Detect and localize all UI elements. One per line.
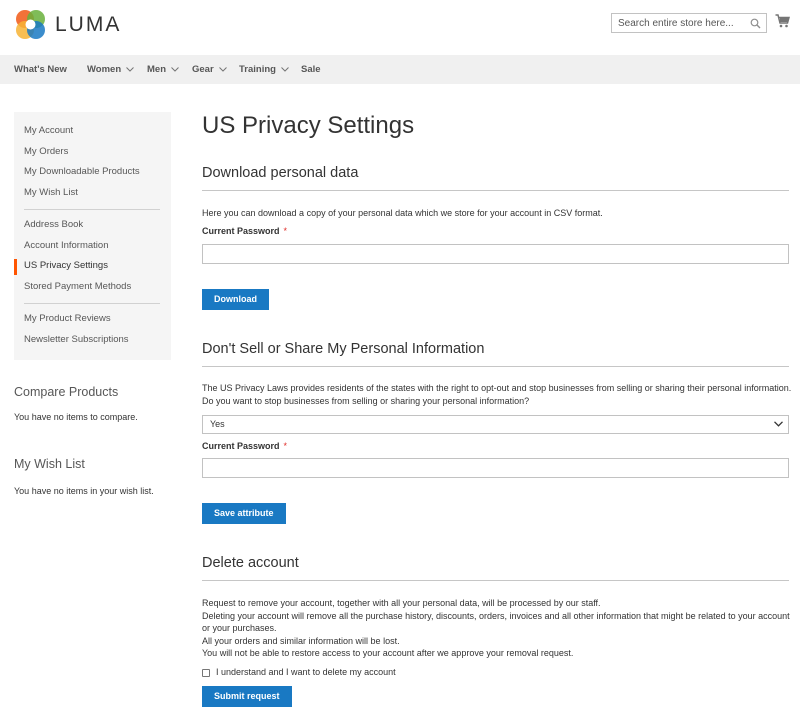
download-section-title: Download personal data <box>202 165 359 181</box>
sidebar-item-account-information[interactable]: Account Information <box>24 240 109 251</box>
section-divider <box>202 190 789 191</box>
delete-confirm-checkbox[interactable] <box>202 669 210 677</box>
luma-logo-icon <box>16 10 45 39</box>
chevron-down-icon <box>281 67 289 72</box>
nav-item-men[interactable]: Men <box>147 55 179 84</box>
sidebar-item-product-reviews[interactable]: My Product Reviews <box>24 313 111 324</box>
delete-line: Request to remove your account, together… <box>202 598 601 608</box>
nav-item-sale[interactable]: Sale <box>301 55 321 84</box>
sidebar-divider <box>24 209 160 210</box>
delete-line: All your orders and similar information … <box>202 635 400 646</box>
sidebar-item-my-account[interactable]: My Account <box>24 125 73 136</box>
wishlist-empty: You have no items in your wish list. <box>14 486 154 496</box>
dont-sell-select-value: Yes <box>210 419 225 429</box>
logo-text: LUMA <box>55 12 122 36</box>
chevron-down-icon <box>171 67 179 72</box>
chevron-down-icon <box>774 421 783 427</box>
sidebar-divider <box>24 303 160 304</box>
chevron-down-icon <box>126 67 134 72</box>
download-password-label: Current Password * <box>202 226 288 236</box>
dont-sell-description: The US Privacy Laws provides residents o… <box>202 383 792 406</box>
header: LUMA <box>0 0 800 55</box>
sidebar-item-address-book[interactable]: Address Book <box>24 219 83 230</box>
save-attribute-button[interactable]: Save attribute <box>202 503 286 524</box>
submit-request-button[interactable]: Submit request <box>202 686 292 707</box>
nav-item-whats-new[interactable]: What's New <box>14 55 67 84</box>
section-divider <box>202 580 789 581</box>
dont-sell-password-input[interactable] <box>202 458 789 478</box>
delete-confirm-label[interactable]: I understand and I want to delete my acc… <box>216 667 396 677</box>
nav-item-gear[interactable]: Gear <box>192 55 227 84</box>
delete-section-title: Delete account <box>202 555 299 571</box>
search-icon[interactable] <box>750 18 761 29</box>
main-nav: What's New Women Men Gear Training Sale <box>0 55 800 84</box>
sidebar-item-wish-list[interactable]: My Wish List <box>24 187 78 198</box>
compare-products-empty: You have no items to compare. <box>14 412 138 422</box>
sidebar-item-stored-payment-methods[interactable]: Stored Payment Methods <box>24 281 131 292</box>
sidebar-item-my-orders[interactable]: My Orders <box>24 146 68 157</box>
page-title: US Privacy Settings <box>202 112 415 139</box>
nav-item-women[interactable]: Women <box>87 55 134 84</box>
sidebar-item-us-privacy-settings: US Privacy Settings <box>24 260 108 271</box>
sidebar-item-newsletter-subscriptions[interactable]: Newsletter Subscriptions <box>24 334 129 345</box>
nav-item-training[interactable]: Training <box>239 55 289 84</box>
delete-line: You will not be able to restore access t… <box>202 648 574 658</box>
logo[interactable]: LUMA <box>14 8 121 41</box>
account-nav: My Account My Orders My Downloadable Pro… <box>14 112 171 360</box>
download-description: Here you can download a copy of your per… <box>202 208 603 218</box>
download-password-input[interactable] <box>202 244 789 264</box>
compare-products-title: Compare Products <box>14 385 119 399</box>
cart-icon[interactable] <box>775 14 790 28</box>
required-mark: * <box>283 441 288 451</box>
dont-sell-select[interactable]: Yes <box>202 415 789 434</box>
delete-line: Deleting your account will remove all th… <box>202 610 790 634</box>
dont-sell-section-title: Don't Sell or Share My Personal Informat… <box>202 341 485 357</box>
section-divider <box>202 366 789 367</box>
dont-sell-password-label: Current Password * <box>202 441 288 451</box>
wishlist-title: My Wish List <box>14 457 85 471</box>
search-input[interactable] <box>612 14 742 32</box>
required-mark: * <box>283 226 288 236</box>
search-box <box>611 13 767 33</box>
download-button[interactable]: Download <box>202 289 269 310</box>
chevron-down-icon <box>218 67 227 72</box>
delete-description: Request to remove your account, together… <box>202 597 792 660</box>
active-indicator <box>14 259 17 275</box>
sidebar-item-downloadable-products[interactable]: My Downloadable Products <box>24 166 140 177</box>
